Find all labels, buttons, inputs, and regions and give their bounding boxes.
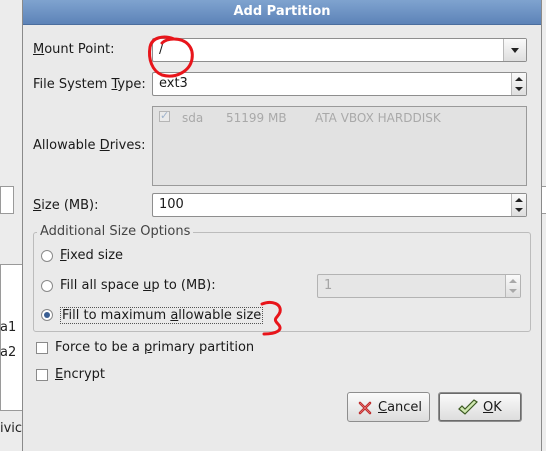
- allowable-drives-label: Allowable Drives:: [33, 138, 146, 153]
- fill-upto-spin-buttons[interactable]: [505, 275, 520, 297]
- fill-upto-value[interactable]: 1: [324, 275, 332, 297]
- drive-name: sda: [182, 111, 204, 125]
- fill-max-label[interactable]: Fill to maximum allowable size: [60, 307, 264, 324]
- fs-type-select[interactable]: ext3: [152, 72, 527, 96]
- fs-type-toggle[interactable]: [511, 73, 526, 95]
- drive-checkbox: [159, 109, 170, 122]
- ok-check-icon: [458, 399, 478, 415]
- cancel-icon: [358, 401, 372, 415]
- background-text-a1: a1: [0, 320, 17, 335]
- size-spinbox[interactable]: 100: [152, 193, 527, 217]
- mount-point-label: Mount Point:: [33, 42, 115, 57]
- ok-button[interactable]: OK: [438, 392, 522, 422]
- encrypt-label[interactable]: Encrypt: [55, 367, 105, 382]
- encrypt-checkbox[interactable]: [36, 369, 48, 381]
- allowable-drives-list: sda 51199 MB ATA VBOX HARDDISK: [152, 106, 527, 186]
- arrow-down-icon: [515, 208, 523, 212]
- size-label: Size (MB):: [33, 198, 99, 213]
- arrow-up-icon: [515, 77, 523, 81]
- fill-max-radio[interactable]: [41, 309, 53, 321]
- background-text-a2: a2: [0, 345, 17, 360]
- arrow-up-icon: [515, 198, 523, 202]
- fs-type-value: ext3: [159, 76, 188, 91]
- fill-upto-spinbox[interactable]: 1: [317, 274, 521, 298]
- arrow-up-icon: [509, 279, 517, 283]
- fixed-size-label[interactable]: Fixed size: [60, 248, 123, 263]
- size-spin-buttons[interactable]: [511, 194, 526, 216]
- dialog-title: Add Partition: [23, 0, 541, 25]
- fill-upto-label[interactable]: Fill all space up to (MB):: [60, 278, 216, 293]
- drive-model: ATA VBOX HARDDISK: [315, 111, 441, 125]
- drive-size: 51199 MB: [226, 111, 287, 125]
- chevron-down-icon: [511, 48, 519, 53]
- arrow-down-icon: [509, 289, 517, 293]
- mount-point-value[interactable]: /: [159, 39, 163, 61]
- size-value[interactable]: 100: [159, 194, 184, 216]
- fill-upto-radio[interactable]: [41, 280, 53, 292]
- force-primary-label[interactable]: Force to be a primary partition: [55, 340, 254, 355]
- cancel-button[interactable]: Cancel: [347, 392, 430, 422]
- add-partition-dialog: Add Partition Mount Point: / File System…: [22, 0, 542, 451]
- size-options-title: Additional Size Options: [37, 224, 194, 239]
- background-button-left: [0, 186, 14, 214]
- force-primary-checkbox[interactable]: [36, 342, 48, 354]
- fixed-size-radio[interactable]: [41, 250, 53, 262]
- ok-label: OK: [483, 400, 502, 415]
- background-text-ivic: ivic: [0, 421, 23, 436]
- background-list: [0, 264, 22, 411]
- mount-point-combo[interactable]: /: [152, 38, 527, 62]
- fs-type-label: File System Type:: [33, 77, 146, 92]
- mount-point-dropdown-button[interactable]: [503, 39, 526, 61]
- cancel-label: Cancel: [378, 400, 423, 415]
- arrow-down-icon: [515, 87, 523, 91]
